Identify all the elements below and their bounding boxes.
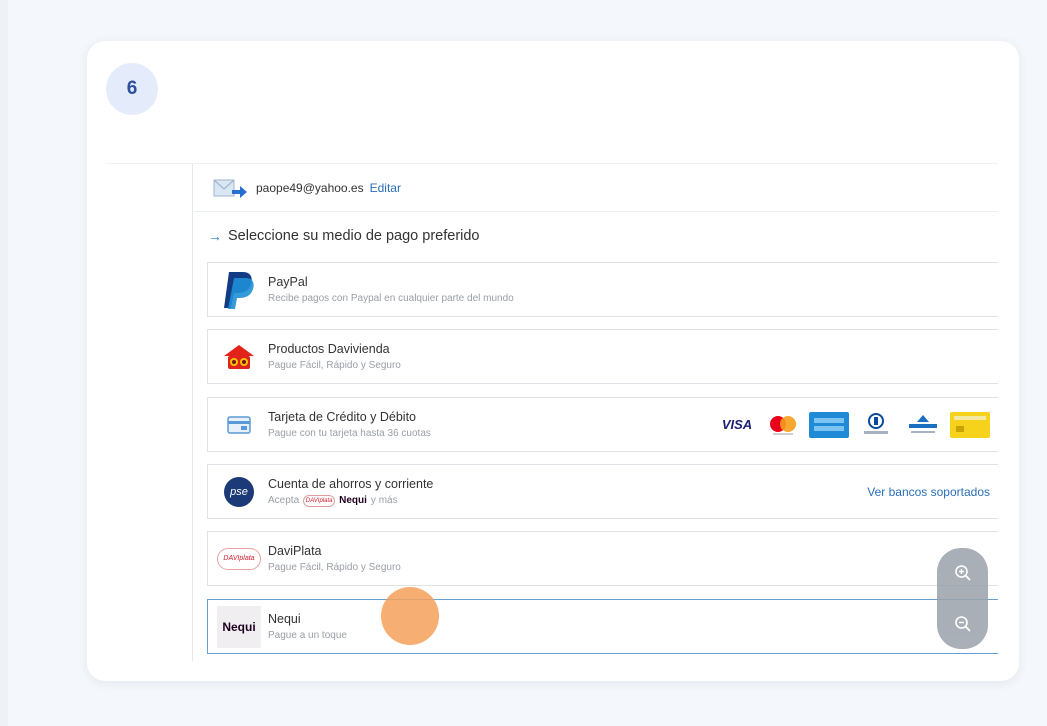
option-name: Nequi [268, 612, 301, 626]
amex-logo-icon [809, 411, 849, 438]
payment-option-nequi[interactable]: Nequi Nequi Pague a un toque [207, 599, 998, 654]
left-gutter [107, 164, 193, 661]
section-title-text: Seleccione su medio de pago preferido [228, 228, 480, 244]
option-desc: Pague Fácil, Rápido y Seguro [268, 562, 401, 573]
option-text: Cuenta de ahorros y corriente Acepta DAV… [268, 477, 433, 507]
option-desc: Pague con tu tarjeta hasta 36 cuotas [268, 428, 431, 439]
payment-option-card[interactable]: Tarjeta de Crédito y Débito Pague con tu… [207, 397, 998, 452]
option-desc: Recibe pagos con Paypal en cualquier par… [268, 293, 514, 304]
option-text: Nequi Pague a un toque [268, 612, 347, 641]
payment-option-paypal[interactable]: PayPal Recibe pagos con Paypal en cualqu… [207, 262, 998, 317]
option-desc: Pague Fácil, Rápido y Seguro [268, 360, 401, 371]
davivienda-house-icon [214, 334, 264, 380]
paypal-logo-icon [214, 267, 264, 313]
pse-logo-icon: pse [214, 469, 264, 515]
daviplata-logo-icon: DAVIplata [214, 536, 264, 582]
credit-card-icon [214, 402, 264, 448]
view-supported-banks-link[interactable]: Ver bancos soportados [867, 485, 990, 499]
page: 6 paope49@yahoo.es Editar → Seleccione s… [0, 0, 1047, 726]
nequi-logo-text: Nequi [222, 619, 256, 634]
accepts-label: Acepta [268, 495, 300, 506]
step-card: 6 paope49@yahoo.es Editar → Seleccione s… [87, 41, 1019, 681]
email-arrow-icon [213, 179, 247, 198]
zoom-out-icon[interactable] [949, 610, 977, 638]
card-brands: VISA [717, 398, 990, 451]
option-name: Cuenta de ahorros y corriente [268, 476, 434, 491]
payment-option-daviplata[interactable]: DAVIplata DaviPlata Pague Fácil, Rápido … [207, 531, 998, 586]
zoom-in-icon[interactable] [949, 559, 977, 587]
option-text: Tarjeta de Crédito y Débito Pague con tu… [268, 410, 431, 439]
option-name: Tarjeta de Crédito y Débito [268, 410, 416, 424]
and-more-label: y más [370, 495, 398, 506]
daviplata-logo-text: DAVIplata [223, 555, 255, 562]
payment-option-pse[interactable]: pse Cuenta de ahorros y corriente Acepta… [207, 464, 998, 519]
pse-logo-text: pse [230, 485, 248, 498]
page-edge [0, 0, 8, 726]
bank-card-logo-icon [903, 412, 943, 438]
account-email: paope49@yahoo.es [256, 180, 364, 195]
option-text: PayPal Recibe pagos con Paypal en cualqu… [268, 275, 514, 304]
nequi-logo-icon: Nequi [214, 604, 264, 650]
checkout-screenshot: paope49@yahoo.es Editar → Seleccione su … [107, 163, 998, 661]
option-text: DaviPlata Pague Fácil, Rápido y Seguro [268, 544, 401, 573]
zoom-controls [937, 548, 988, 649]
nequi-mini-logo-text: Nequi [339, 495, 367, 506]
visa-logo-text: VISA [721, 417, 753, 432]
payment-panel: paope49@yahoo.es Editar → Seleccione su … [194, 164, 998, 661]
mastercard-logo-icon [764, 412, 802, 438]
option-name: DaviPlata [268, 544, 322, 558]
option-right: Ver bancos soportados [867, 465, 990, 518]
daviplata-mini-logo-icon: DAVIplata [303, 494, 336, 507]
arrow-right-icon: → [208, 228, 222, 244]
codensa-card-logo-icon [950, 411, 990, 438]
option-text: Productos Davivienda Pague Fácil, Rápido… [268, 342, 401, 371]
option-name: PayPal [268, 275, 308, 289]
option-desc: Pague a un toque [268, 630, 347, 641]
step-number-badge: 6 [106, 63, 158, 115]
option-desc: Acepta DAVIplata Nequi y más [268, 494, 433, 507]
section-title: → Seleccione su medio de pago preferido [208, 228, 480, 244]
diners-logo-icon [856, 412, 896, 438]
daviplata-mini-logo-text: DAVIplata [305, 497, 333, 504]
edit-email-link[interactable]: Editar [370, 181, 401, 195]
visa-logo-icon: VISA [717, 412, 757, 438]
account-email-row: paope49@yahoo.es Editar [194, 164, 998, 212]
click-indicator [381, 587, 439, 645]
option-name: Productos Davivienda [268, 342, 390, 356]
payment-option-davivienda[interactable]: Productos Davivienda Pague Fácil, Rápido… [207, 329, 998, 384]
